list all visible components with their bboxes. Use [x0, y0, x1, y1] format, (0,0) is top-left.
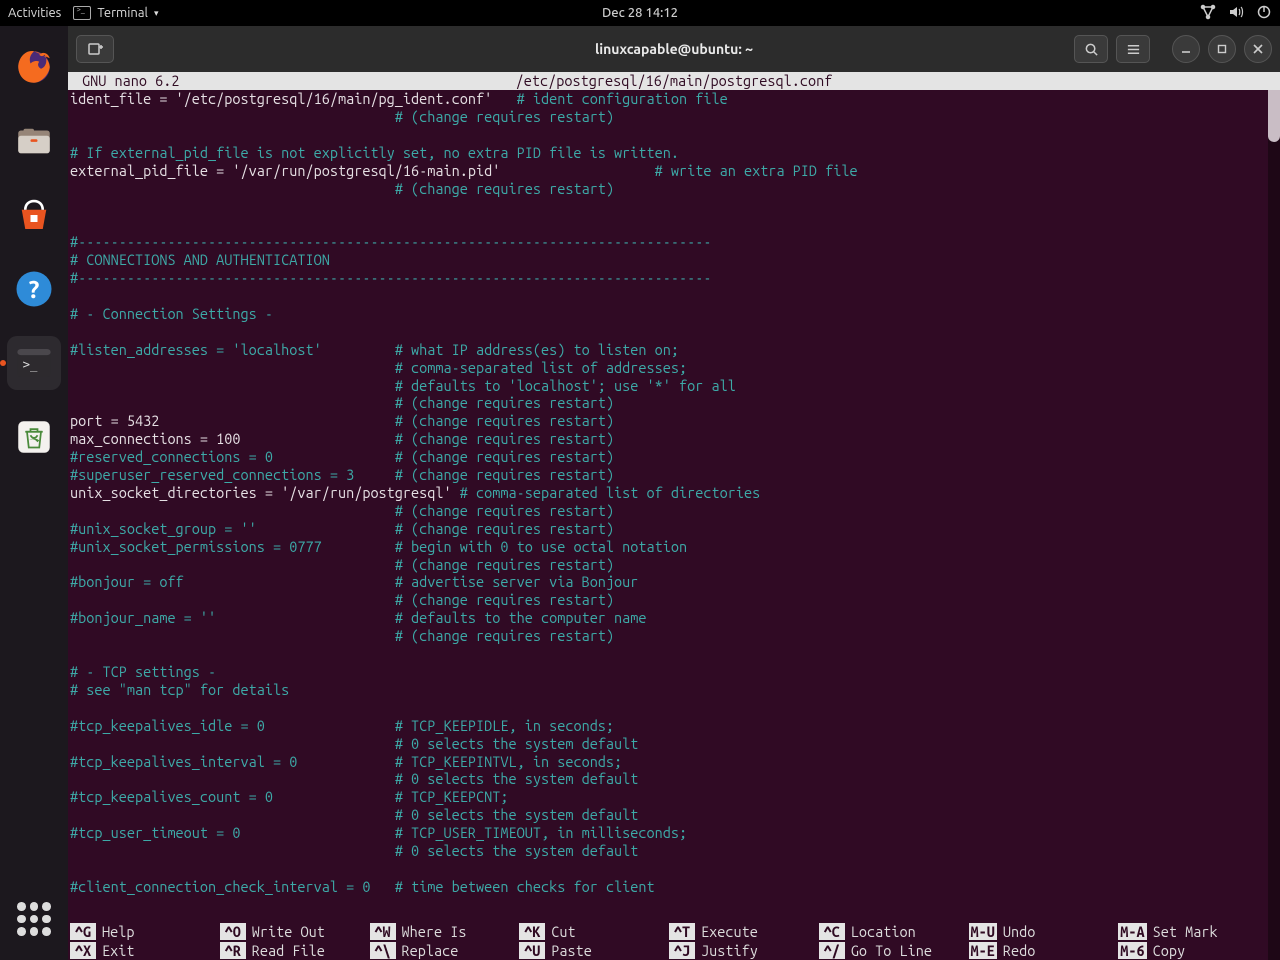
shortcut-key: ^C — [819, 923, 845, 940]
hamburger-menu-button[interactable] — [1116, 35, 1150, 63]
dock-show-apps[interactable] — [7, 892, 61, 946]
shortcut-item: ^J Justify — [669, 941, 819, 960]
nano-shortcut-bar: ^G Help ^O Write Out ^W Where Is ^K Cut ^T Execut… — [68, 922, 1268, 960]
svg-text:?: ? — [29, 275, 40, 303]
nano-app-name: GNU nano 6.2 — [82, 72, 179, 89]
shortcut-key: ^W — [370, 923, 396, 940]
svg-text:>_: >_ — [23, 357, 38, 371]
shortcut-key: ^J — [669, 942, 695, 959]
shortcut-key: ^G — [70, 923, 96, 940]
shortcut-item: ^G Help — [70, 922, 220, 941]
dock-firefox[interactable] — [7, 40, 61, 94]
shortcut-key: ^O — [220, 923, 246, 940]
shortcut-label: Exit — [102, 942, 134, 959]
dock-files[interactable] — [7, 114, 61, 168]
shortcut-key: ^\ — [370, 942, 396, 959]
shortcut-item: M-E Redo — [969, 941, 1119, 960]
shortcut-item: ^O Write Out — [220, 922, 370, 941]
dock-help[interactable]: ? — [7, 262, 61, 316]
maximize-button[interactable] — [1208, 35, 1236, 63]
window-title: linuxcapable@ubuntu: ~ — [595, 41, 753, 57]
shortcut-label: Justify — [701, 942, 758, 959]
app-indicator-label: Terminal — [97, 6, 148, 20]
nano-file-path: /etc/postgresql/16/main/postgresql.conf — [516, 72, 833, 89]
dock: ? >_ — [0, 26, 68, 960]
volume-icon[interactable] — [1228, 4, 1244, 23]
shortcut-label: Cut — [551, 923, 575, 940]
shortcut-label: Where Is — [402, 923, 467, 940]
activities-button[interactable]: Activities — [8, 6, 61, 20]
shortcut-key: ^/ — [819, 942, 845, 959]
shortcut-label: Read File — [252, 942, 325, 959]
shortcut-label: Replace — [402, 942, 459, 959]
nano-editor[interactable]: GNU nano 6.2 /etc/postgresql/16/main/pos… — [68, 72, 1280, 960]
shortcut-label: Redo — [1003, 942, 1035, 959]
search-button[interactable] — [1074, 35, 1108, 63]
scrollbar-track[interactable] — [1268, 72, 1280, 960]
gnome-top-panel: Activities Terminal ▾ Dec 28 14:12 — [0, 0, 1280, 26]
shortcut-key: M-A — [1118, 923, 1146, 940]
dock-trash[interactable] — [7, 410, 61, 464]
shortcut-key: ^K — [519, 923, 545, 940]
dock-software[interactable] — [7, 188, 61, 242]
dock-terminal[interactable]: >_ — [7, 336, 61, 390]
shortcut-key: M-E — [969, 942, 997, 959]
shortcut-label: Undo — [1003, 923, 1035, 940]
shortcut-item: ^W Where Is — [370, 922, 520, 941]
shortcut-label: Write Out — [252, 923, 325, 940]
shortcut-item: ^C Location — [819, 922, 969, 941]
editor-content[interactable]: ident_file = '/etc/postgresql/16/main/pg… — [68, 90, 1268, 922]
chevron-down-icon: ▾ — [154, 8, 159, 19]
close-button[interactable] — [1244, 35, 1272, 63]
shortcut-label: Copy — [1153, 942, 1185, 959]
clock[interactable]: Dec 28 14:12 — [602, 6, 678, 20]
shortcut-key: ^T — [669, 923, 695, 940]
shortcut-label: Go To Line — [851, 942, 932, 959]
power-icon[interactable] — [1256, 4, 1272, 23]
terminal-icon — [73, 6, 91, 20]
shortcut-label: Help — [102, 923, 134, 940]
shortcut-item: M-A Set Mark — [1118, 922, 1268, 941]
shortcut-key: M-U — [969, 923, 997, 940]
shortcut-key: M-6 — [1118, 942, 1146, 959]
new-tab-button[interactable] — [76, 35, 114, 63]
shortcut-key: ^X — [70, 942, 96, 959]
shortcut-item: ^X Exit — [70, 941, 220, 960]
shortcut-item: ^K Cut — [519, 922, 669, 941]
shortcut-item: M-6 Copy — [1118, 941, 1268, 960]
shortcut-label: Execute — [701, 923, 758, 940]
shortcut-item: ^\ Replace — [370, 941, 520, 960]
nano-header: GNU nano 6.2 /etc/postgresql/16/main/pos… — [68, 72, 1280, 90]
shortcut-item: ^/ Go To Line — [819, 941, 969, 960]
shortcut-item: M-U Undo — [969, 922, 1119, 941]
minimize-button[interactable] — [1172, 35, 1200, 63]
terminal-window: linuxcapable@ubuntu: ~ — [68, 26, 1280, 960]
shortcut-label: Set Mark — [1153, 923, 1218, 940]
titlebar: linuxcapable@ubuntu: ~ — [68, 26, 1280, 72]
shortcut-key: ^U — [519, 942, 545, 959]
apps-grid-icon — [17, 902, 51, 936]
shortcut-item: ^T Execute — [669, 922, 819, 941]
app-indicator[interactable]: Terminal ▾ — [73, 6, 158, 20]
shortcut-item: ^U Paste — [519, 941, 669, 960]
network-icon[interactable] — [1200, 4, 1216, 23]
shortcut-label: Paste — [551, 942, 592, 959]
shortcut-item: ^R Read File — [220, 941, 370, 960]
shortcut-label: Location — [851, 923, 916, 940]
shortcut-key: ^R — [220, 942, 246, 959]
